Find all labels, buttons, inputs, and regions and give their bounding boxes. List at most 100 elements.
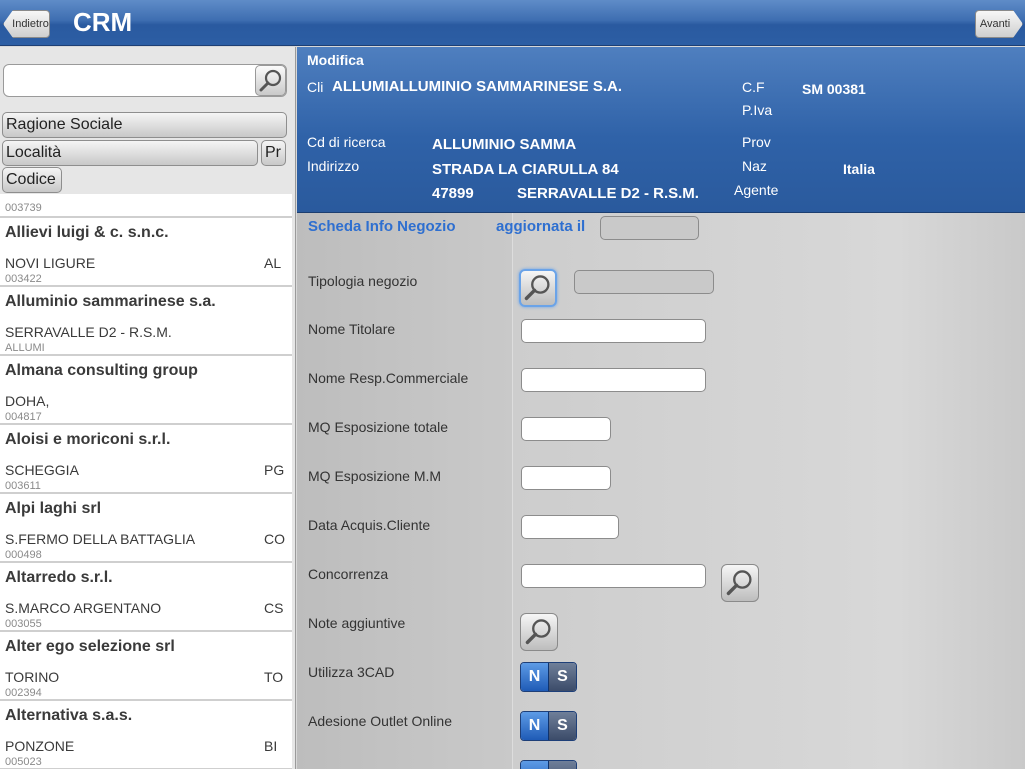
cf-label: C.F [742, 79, 765, 95]
indirizzo-value: STRADA LA CIARULLA 84 [432, 161, 619, 178]
list-item-code: 003611 [5, 480, 41, 492]
data-acquis-input[interactable] [521, 515, 619, 539]
list-item-name: Aloisi e moriconi s.r.l. [5, 431, 171, 448]
cd-ricerca-value: ALLUMINIO SAMMA [432, 136, 577, 153]
list-item-prov: TO [264, 669, 284, 685]
piva-label: P.Iva [742, 102, 773, 118]
customer-list[interactable]: 003739 Allievi luigi & c. s.n.c. NOVI LIG… [0, 194, 292, 769]
list-item-code: ALLUMI [5, 342, 45, 354]
utilizza-3cad-label: Utilizza 3CAD [308, 664, 395, 680]
agente-label: Agente [734, 182, 779, 198]
list-item-name: Alter ego selezione srl [5, 638, 175, 655]
filter-localita-button[interactable]: Località [2, 140, 258, 166]
utilizza-3cad-toggle[interactable]: N S [520, 662, 577, 692]
list-item[interactable]: Alpi laghi srl S.FERMO DELLA BATTAGLIA CO 0… [0, 494, 292, 563]
updated-date-field [600, 216, 699, 240]
forward-button[interactable]: Avanti [975, 10, 1023, 38]
list-item-city: SCHEGGIA [5, 462, 79, 478]
tipologia-label: Tipologia negozio [308, 273, 418, 289]
list-item[interactable]: Aloisi e moriconi s.r.l. SCHEGGIA PG 003611 [0, 425, 292, 494]
list-item-name: Almana consulting group [5, 362, 198, 379]
list-item[interactable]: Alter ego selezione srl TORINO TO 002394 [0, 632, 292, 701]
list-item-prov: BI [264, 738, 278, 754]
mq-mm-input[interactable] [521, 466, 611, 490]
list-item-code: 004817 [5, 411, 42, 423]
list-item-name: Alpi laghi srl [5, 500, 102, 517]
toggle-no[interactable]: N [521, 663, 549, 691]
indirizzo-label: Indirizzo [307, 158, 360, 174]
list-item-code: 002394 [5, 687, 42, 699]
list-item[interactable]: Alluminio sammarinese s.a. SERRAVALLE D2 … [0, 287, 292, 356]
list-item-code: 005023 [5, 756, 42, 768]
back-button[interactable]: Indietro [3, 10, 50, 38]
piva-value: SM 00381 [802, 81, 866, 97]
shop-info-form: Scheda Info Negozio aggiornata il Tipolo… [297, 213, 1025, 769]
list-item-city: S.FERMO DELLA BATTAGLIA [5, 531, 196, 547]
list-item-code: 003739 [5, 202, 42, 214]
concorrenza-label: Concorrenza [308, 566, 389, 582]
list-item[interactable]: Allievi luigi & c. s.n.c. NOVI LIGURE AL 00… [0, 218, 292, 287]
search-box [3, 64, 287, 97]
nome-titolare-label: Nome Titolare [308, 321, 396, 337]
search-input[interactable] [3, 64, 287, 97]
nome-resp-input[interactable] [521, 368, 706, 392]
search-button[interactable] [255, 65, 286, 96]
note-label: Note aggiuntive [308, 615, 406, 631]
toggle-no[interactable] [521, 761, 549, 769]
list-item-prov: AL [264, 255, 282, 271]
list-item-code: 003422 [5, 273, 42, 285]
magnifier-icon [726, 570, 752, 596]
magnifier-icon [524, 275, 550, 301]
note-lookup-button[interactable] [520, 613, 558, 651]
tipologia-lookup-button[interactable] [519, 269, 557, 307]
magnifier-icon [525, 619, 551, 645]
adesione-outlet-toggle[interactable]: N S [520, 711, 577, 741]
list-item-prov: CS [264, 600, 284, 616]
list-item-name: Allievi luigi & c. s.n.c. [5, 224, 169, 241]
filter-provincia-button[interactable]: Pr [261, 140, 286, 166]
naz-value: Italia [843, 161, 875, 177]
list-item[interactable]: Alternativa s.a.s. PONZONE BI 005023 [0, 701, 292, 769]
nome-titolare-input[interactable] [521, 319, 706, 343]
list-item-city: SERRAVALLE D2 - R.S.M. [5, 324, 172, 340]
list-item-city: NOVI LIGURE [5, 255, 96, 271]
prov-label: Prov [742, 134, 771, 150]
list-item-prov: PG [264, 462, 285, 478]
list-item-name: Alluminio sammarinese s.a. [5, 293, 216, 310]
nome-resp-label: Nome Resp.Commerciale [308, 370, 469, 386]
customer-list-pane: Ragione Sociale Località Pr Codice 00373… [0, 47, 296, 769]
toggle-yes[interactable]: S [549, 663, 576, 691]
adesione-outlet-label: Adesione Outlet Online [308, 713, 452, 729]
mq-mm-label: MQ Esposizione M.M [308, 468, 442, 484]
filter-ragione-sociale-button[interactable]: Ragione Sociale [2, 112, 287, 138]
toggle-no[interactable]: N [521, 712, 549, 740]
mode-label: Modifica [307, 52, 364, 68]
mq-totale-label: MQ Esposizione totale [308, 419, 449, 435]
partial-toggle[interactable] [520, 760, 577, 769]
concorrenza-input[interactable] [521, 564, 706, 588]
filter-codice-button[interactable]: Codice [2, 167, 62, 193]
list-item-city: TORINO [5, 669, 60, 685]
data-acquis-label: Data Acquis.Cliente [308, 517, 431, 533]
cd-ricerca-label: Cd di ricerca [307, 134, 386, 150]
section-title: Scheda Info Negozio [308, 218, 456, 235]
tipologia-field [574, 270, 714, 294]
cli-value: ALLUMIALLUMINIO SAMMARINESE S.A. [332, 78, 622, 95]
toggle-yes[interactable] [549, 761, 576, 769]
concorrenza-lookup-button[interactable] [721, 564, 759, 602]
mq-totale-input[interactable] [521, 417, 611, 441]
list-item[interactable]: Almana consulting group DOHA, 004817 [0, 356, 292, 425]
list-item-name: Altarredo s.r.l. [5, 569, 113, 586]
top-bar: Indietro CRM Avanti [0, 0, 1025, 46]
list-item[interactable]: Altarredo s.r.l. S.MARCO ARGENTANO CS 00305… [0, 563, 292, 632]
toggle-yes[interactable]: S [549, 712, 576, 740]
app-title: CRM [73, 7, 133, 37]
list-item-prov: CO [264, 531, 285, 547]
list-item-code: 000498 [5, 549, 42, 561]
divider [512, 213, 513, 769]
magnifier-icon [259, 69, 281, 91]
list-item-name: Alternativa s.a.s. [5, 707, 133, 724]
naz-label: Naz [742, 158, 767, 174]
list-item-city: PONZONE [5, 738, 75, 754]
customer-header: Modifica Cli ALLUMIALLUMINIO SAMMARINESE… [297, 47, 1025, 213]
